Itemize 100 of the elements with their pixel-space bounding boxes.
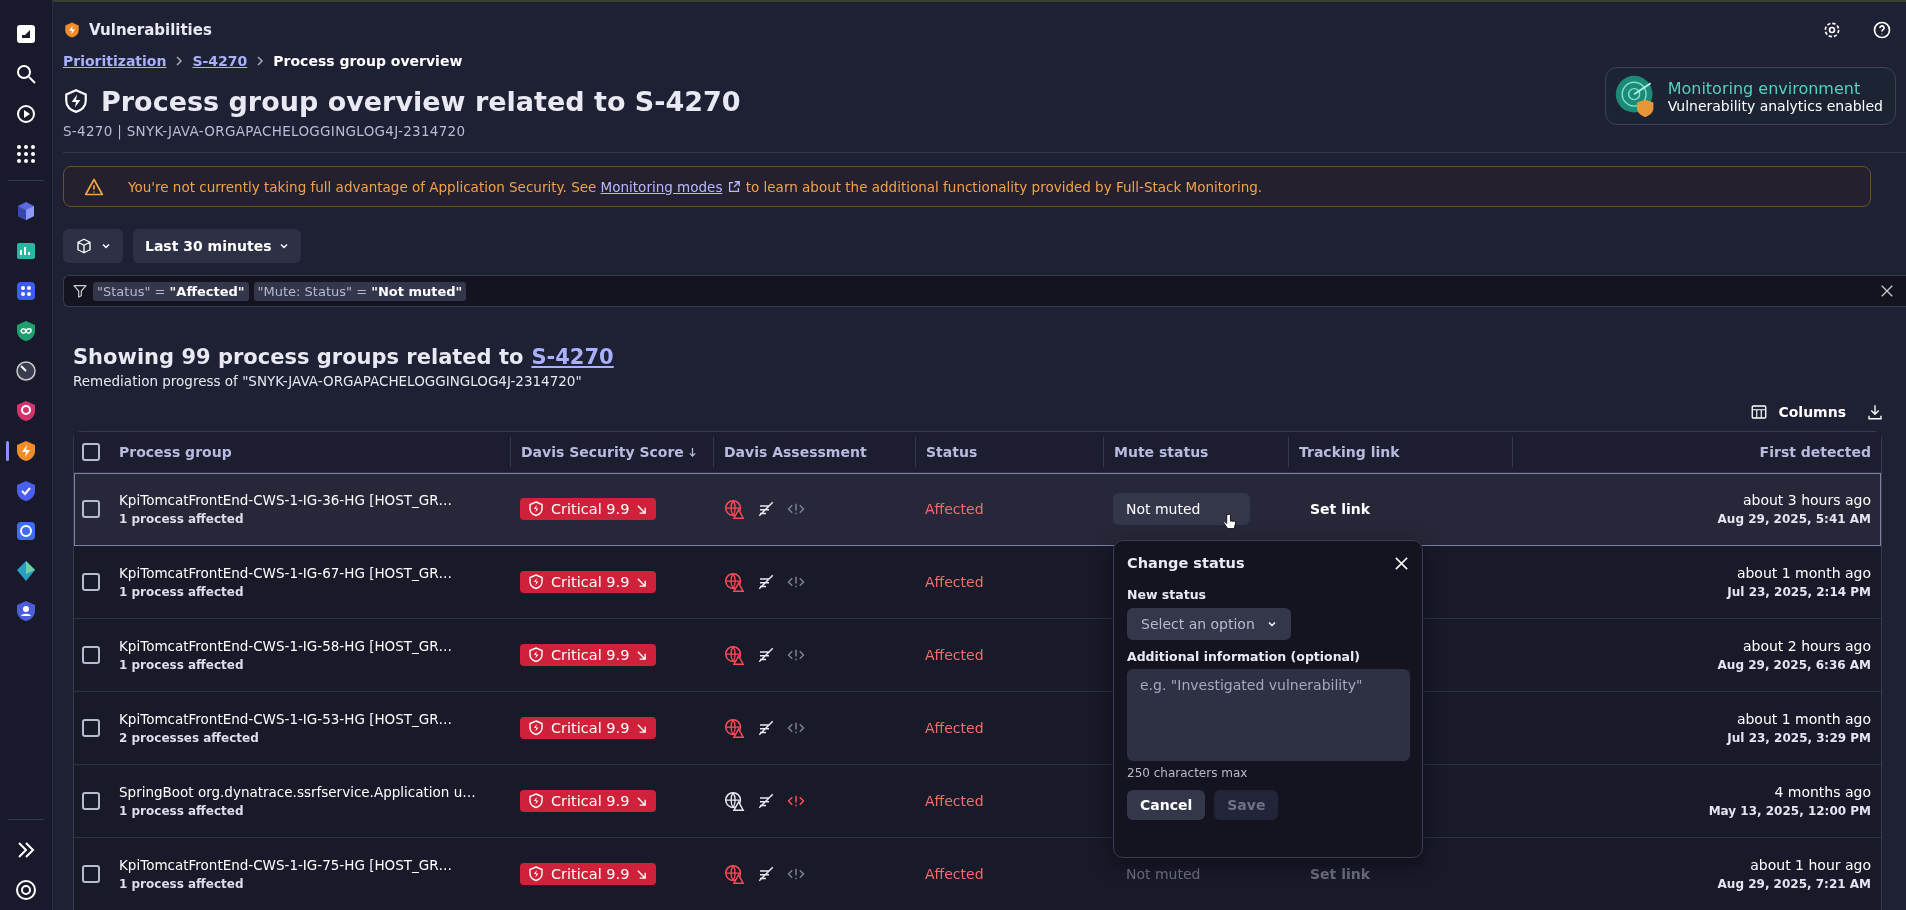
column-header[interactable]: Status [915,437,1103,467]
play-circle-icon [14,102,38,126]
shield-icon [528,501,544,517]
process-count: 1 process affected [119,658,245,672]
column-header[interactable]: Process group [119,437,510,467]
shield-icon [528,866,544,882]
magnifier-shield-icon [14,399,38,423]
process-group-name[interactable]: KpiTomcatFrontEnd-CWS-1-IG-67-HG [HOST_GR… [119,565,510,581]
arrow-down-right-icon [636,649,648,661]
process-count: 2 processes affected [119,731,260,745]
entity-type-dropdown[interactable] [63,229,123,263]
arrow-down-right-icon [636,576,648,588]
vulnerability-link[interactable]: S-4270 [531,345,614,369]
warning-icon [84,176,104,197]
chevron-down-icon [1266,619,1277,629]
highlighted-row[interactable]: KpiTomcatFrontEnd-CWS-1-IG-36-HG [HOST_GR… 1 process affected Critical 9.9 Affected Not muted Set link about 3 hours ago Aug 29, 2025, 5:41 AM [74,473,1881,546]
breadcrumb-link[interactable]: S-4270 [192,53,248,69]
column-header[interactable]: First detected [1512,437,1881,467]
cube-icon [75,237,93,255]
puzzle-icon [14,279,38,303]
mute-status-button[interactable]: Not muted [1113,493,1251,525]
diamond-icon [14,559,38,583]
row-checkbox[interactable] [82,646,100,664]
arrow-down-right-icon [636,868,648,880]
detected-date: Aug 29, 2025, 7:21 AM [1716,877,1871,891]
column-header[interactable]: Tracking link [1288,437,1512,467]
results-heading: Showing 99 process groups related to [73,345,524,369]
data-crossed-icon [757,865,775,883]
process-group-name[interactable]: KpiTomcatFrontEnd-CWS-1-IG-58-HG [HOST_GR… [119,638,510,654]
bolt-shield-icon [14,439,38,463]
row-checkbox[interactable] [82,500,100,518]
gauge-icon [14,359,38,383]
timeframe-dropdown[interactable]: Last 30 minutes [133,229,302,263]
filter-chip[interactable]: "Mute: Status" = "Not muted" [253,281,467,301]
relative-time: about 2 hours ago [1741,638,1871,654]
score-badge: Critical 9.9 [520,790,657,812]
chevron-down-icon [279,241,290,251]
warning-message: You're not currently taking full advantage of Application Security. See Monitoring modes to learn about the additional functionality provided by Full-Stack Monitoring. [128,178,1263,195]
status-text: Affected [924,574,985,590]
shield-icon [528,793,544,809]
status-text: Affected [924,793,985,809]
process-count: 1 process affected [119,804,245,818]
process-group-name[interactable]: KpiTomcatFrontEnd-CWS-1-IG-75-HG [HOST_GR… [119,857,510,873]
process-count: 1 process affected [119,585,245,599]
detected-date: Aug 29, 2025, 6:36 AM [1716,658,1871,672]
relative-time: about 3 hours ago [1741,492,1871,508]
filter-chip[interactable]: "Status" = "Affected" [93,281,249,301]
chevron-right-icon [174,56,185,66]
chevron-right-icon [255,56,266,66]
shield-icon [528,647,544,663]
score-badge: Critical 9.9 [520,863,657,885]
process-count: 1 process affected [119,512,245,526]
relative-time: about 1 month ago [1735,711,1871,727]
arrow-down-right-icon [636,503,648,515]
cancel-button[interactable]: Cancel [1127,790,1206,820]
shield-icon [528,720,544,736]
shield-icon [528,574,544,590]
external-link-icon [727,179,742,194]
select-all-checkbox[interactable] [82,443,100,461]
data-crossed-icon [757,792,775,810]
status-text: Affected [924,647,985,663]
data-crossed-icon [757,573,775,591]
column-header[interactable]: Mute status [1103,437,1288,467]
data-crossed-icon [757,646,775,664]
arrow-down-right-icon [636,795,648,807]
arrow-down-right-icon [636,722,648,734]
status-select[interactable]: Select an option [1127,608,1291,640]
process-group-name[interactable]: SpringBoot org.dynatrace.ssrfservice.Application u… [119,784,510,800]
row-checkbox[interactable] [82,573,100,591]
filter-field[interactable]: "Status" = "Affected" "Mute: Status" = "Not muted" [63,275,1906,307]
chevron-down-icon [101,241,111,251]
column-header[interactable]: Davis Assessment [713,437,915,467]
process-group-name[interactable]: KpiTomcatFrontEnd-CWS-1-IG-53-HG [HOST_GR… [119,711,510,727]
close-button[interactable] [1394,555,1409,571]
help-icon [1872,20,1892,40]
score-badge: Critical 9.9 [520,644,657,666]
breadcrumb-link[interactable]: Prioritization [63,53,167,69]
filter-icon [72,283,88,299]
columns-button[interactable]: Columns [1750,403,1846,421]
page-subtitle: S-4270 | SNYK-JAVA-ORGAPACHELOGGINGLOG4J-2314720 [63,123,467,139]
status-text: Affected [924,720,985,736]
download-button[interactable] [1866,403,1884,421]
helm-icon [14,519,38,543]
set-link-button[interactable]: Set link [1300,501,1381,517]
score-badge: Critical 9.9 [520,498,657,520]
bolt-shield-icon [63,88,89,114]
environment-status: Vulnerability analytics enabled [1667,97,1883,114]
search-icon [14,62,38,86]
row-checkbox[interactable] [82,719,100,737]
monitoring-modes-link[interactable]: Monitoring modes [600,178,742,195]
score-badge: Critical 9.9 [520,571,657,593]
detected-date: Aug 29, 2025, 5:41 AM [1716,512,1871,526]
app-logo-icon [14,22,38,46]
columns-icon [1750,403,1769,421]
information-field[interactable]: e.g. "Investigated vulnerability" [1127,669,1410,761]
row-checkbox[interactable] [82,792,100,810]
detected-date: Jul 23, 2025, 2:14 PM [1725,585,1871,599]
process-group-name[interactable]: KpiTomcatFrontEnd-CWS-1-IG-36-HG [HOST_GR… [119,492,510,508]
column-header[interactable]: Davis Security Score [510,437,713,467]
row-checkbox[interactable] [82,865,100,883]
